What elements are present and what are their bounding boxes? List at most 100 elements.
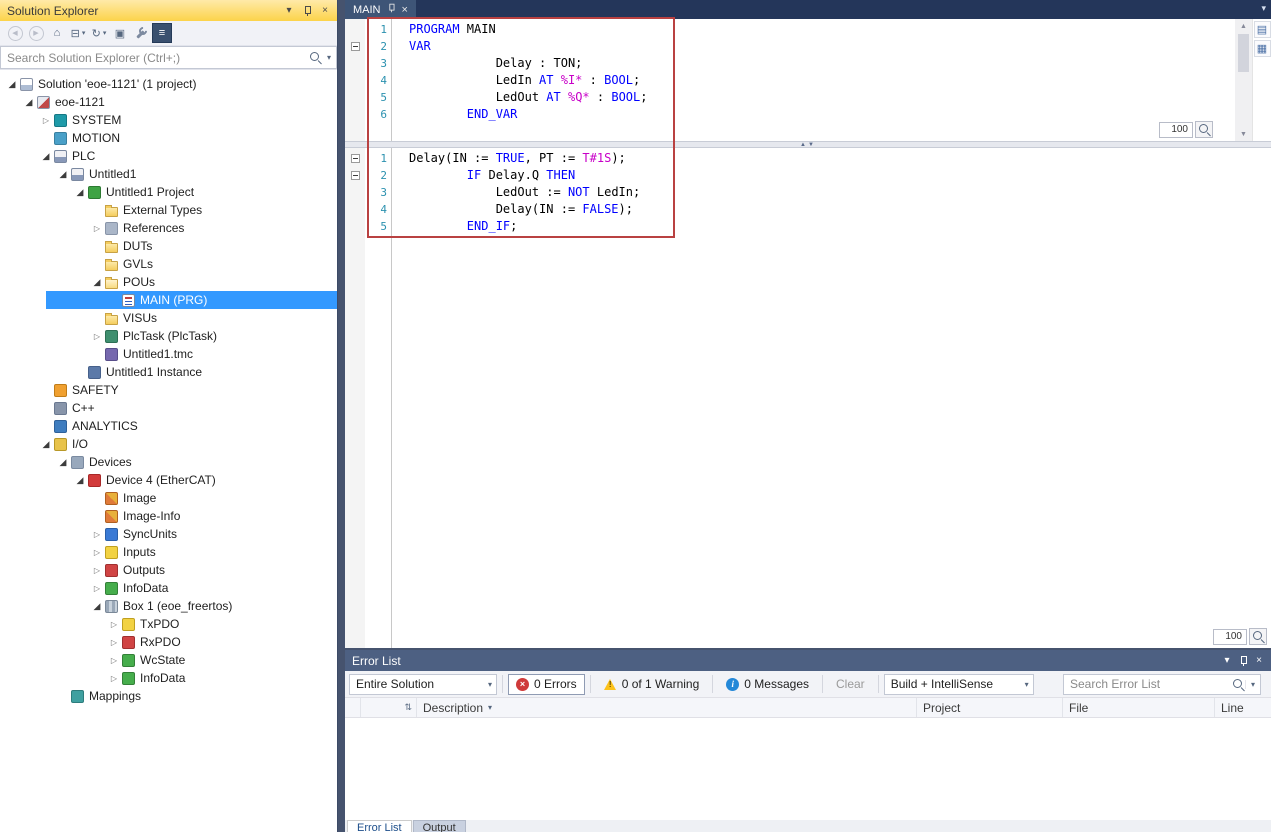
home-icon[interactable]: ⌂ bbox=[47, 23, 67, 43]
messages-filter-button[interactable]: i 0 Messages bbox=[718, 674, 817, 695]
search-dropdown-icon[interactable]: ▾ bbox=[322, 53, 336, 62]
code-text[interactable]: LedIn AT %I* : BOOL; bbox=[391, 72, 640, 89]
tab-output[interactable]: Output bbox=[413, 820, 466, 832]
errors-filter-button[interactable]: × 0 Errors bbox=[508, 674, 585, 695]
tab-main[interactable]: MAIN × bbox=[345, 0, 416, 19]
expanded-arrow-icon[interactable]: ◢ bbox=[55, 169, 71, 180]
tree-item-untitled1[interactable]: ◢Untitled1 bbox=[0, 165, 337, 183]
scroll-thumb[interactable] bbox=[1238, 34, 1249, 72]
tree-item-plc[interactable]: ◢PLC bbox=[0, 147, 337, 165]
zoom-level[interactable]: 100 bbox=[1213, 629, 1247, 645]
fold-toggle-icon[interactable] bbox=[345, 42, 365, 51]
tree-item-visus[interactable]: VISUs bbox=[0, 309, 337, 327]
zoom-level[interactable]: 100 bbox=[1159, 122, 1193, 138]
tab-pin-icon[interactable] bbox=[387, 2, 396, 17]
zoom-icon[interactable] bbox=[1249, 628, 1267, 645]
tree-item-syncunits[interactable]: ▷SyncUnits bbox=[0, 525, 337, 543]
warnings-filter-button[interactable]: ! 0 of 1 Warning bbox=[596, 674, 708, 695]
column-line[interactable]: Line bbox=[1215, 698, 1271, 717]
collapse-all-icon[interactable]: ⊟▾ bbox=[68, 23, 88, 43]
expanded-arrow-icon[interactable]: ◢ bbox=[89, 601, 105, 612]
tab-error-list[interactable]: Error List bbox=[347, 820, 412, 832]
tree-item-plctask-plctask[interactable]: ▷PlcTask (PlcTask) bbox=[0, 327, 337, 345]
expanded-arrow-icon[interactable]: ◢ bbox=[72, 187, 88, 198]
column-description[interactable]: Description ▾ bbox=[417, 698, 917, 717]
collapsed-arrow-icon[interactable]: ▷ bbox=[106, 656, 122, 665]
tree-item-references[interactable]: ▷References bbox=[0, 219, 337, 237]
tree-item-outputs[interactable]: ▷Outputs bbox=[0, 561, 337, 579]
tree-item-mappings[interactable]: Mappings bbox=[0, 687, 337, 705]
code-text[interactable]: Delay(IN := FALSE); bbox=[391, 201, 633, 218]
code-text[interactable]: PROGRAM MAIN bbox=[391, 21, 496, 38]
zoom-icon[interactable] bbox=[1195, 121, 1213, 138]
code-text[interactable]: LedOut AT %Q* : BOOL; bbox=[391, 89, 647, 106]
tree-item-pous[interactable]: ◢POUs bbox=[0, 273, 337, 291]
code-text[interactable]: Delay(IN := TRUE, PT := T#1S); bbox=[391, 150, 626, 167]
tree-item-main-prg[interactable]: MAIN (PRG) bbox=[0, 291, 337, 309]
tree-item-infodata[interactable]: ▷InfoData bbox=[0, 669, 337, 687]
tree-item-image[interactable]: Image bbox=[0, 489, 337, 507]
tree-item-box-1-eoe-freertos[interactable]: ◢Box 1 (eoe_freertos) bbox=[0, 597, 337, 615]
tree-item-device-4-ethercat[interactable]: ◢Device 4 (EtherCAT) bbox=[0, 471, 337, 489]
search-dropdown-icon[interactable]: ▾ bbox=[1245, 680, 1260, 689]
close-icon[interactable]: × bbox=[317, 3, 333, 19]
column-project[interactable]: Project bbox=[917, 698, 1063, 717]
tree-item-gvls[interactable]: GVLs bbox=[0, 255, 337, 273]
search-icon[interactable] bbox=[1232, 678, 1245, 691]
code-text[interactable]: IF Delay.Q THEN bbox=[391, 167, 575, 184]
pane-splitter[interactable]: ▲▼ bbox=[345, 141, 1271, 148]
tree-item-txpdo[interactable]: ▷TxPDO bbox=[0, 615, 337, 633]
category-filter-dropdown[interactable]: Build + IntelliSense ▾ bbox=[884, 674, 1034, 695]
fold-toggle-icon[interactable] bbox=[345, 171, 365, 180]
collapsed-arrow-icon[interactable]: ▷ bbox=[89, 566, 105, 575]
tree-item-image-info[interactable]: Image-Info bbox=[0, 507, 337, 525]
properties-icon[interactable] bbox=[131, 23, 151, 43]
code-text[interactable]: VAR bbox=[391, 38, 431, 55]
expanded-arrow-icon[interactable]: ◢ bbox=[89, 277, 105, 288]
tree-item-inputs[interactable]: ▷Inputs bbox=[0, 543, 337, 561]
collapsed-arrow-icon[interactable]: ▷ bbox=[89, 530, 105, 539]
expanded-arrow-icon[interactable]: ◢ bbox=[4, 79, 20, 90]
expanded-arrow-icon[interactable]: ◢ bbox=[72, 475, 88, 486]
tab-list-dropdown-icon[interactable]: ▾ bbox=[1261, 3, 1266, 14]
clear-button[interactable]: Clear bbox=[828, 674, 873, 695]
tree-item-untitled1-tmc[interactable]: Untitled1.tmc bbox=[0, 345, 337, 363]
expanded-arrow-icon[interactable]: ◢ bbox=[38, 151, 54, 162]
tree-item-system[interactable]: ▷SYSTEM bbox=[0, 111, 337, 129]
close-icon[interactable]: × bbox=[1251, 653, 1267, 669]
error-search-input[interactable] bbox=[1064, 677, 1232, 691]
editor-scrollbar[interactable]: ▲ ▼ bbox=[1235, 19, 1252, 141]
forward-icon[interactable]: ▶ bbox=[26, 23, 46, 43]
back-icon[interactable]: ◀ bbox=[5, 23, 25, 43]
fold-toggle-icon[interactable] bbox=[345, 154, 365, 163]
expanded-arrow-icon[interactable]: ◢ bbox=[38, 439, 54, 450]
sync-with-active-document-icon[interactable]: ↻▾ bbox=[89, 23, 109, 43]
tree-item-external-types[interactable]: External Types bbox=[0, 201, 337, 219]
tree-item-solution-eoe-1121-1-project[interactable]: ◢Solution 'eoe-1121' (1 project) bbox=[0, 75, 337, 93]
collapsed-arrow-icon[interactable]: ▷ bbox=[38, 116, 54, 125]
tree-item-wcstate[interactable]: ▷WcState bbox=[0, 651, 337, 669]
tree-item-rxpdo[interactable]: ▷RxPDO bbox=[0, 633, 337, 651]
preview-selected-items-icon[interactable]: ≡ bbox=[152, 23, 172, 43]
tree-item-eoe-1121[interactable]: ◢eoe-1121 bbox=[0, 93, 337, 111]
collapsed-arrow-icon[interactable]: ▷ bbox=[106, 638, 122, 647]
collapsed-arrow-icon[interactable]: ▷ bbox=[106, 620, 122, 629]
collapsed-arrow-icon[interactable]: ▷ bbox=[89, 224, 105, 233]
tree-item-infodata[interactable]: ▷InfoData bbox=[0, 579, 337, 597]
tree-item-devices[interactable]: ◢Devices bbox=[0, 453, 337, 471]
tab-close-icon[interactable]: × bbox=[402, 4, 408, 16]
declaration-view-icon[interactable]: ▤ bbox=[1254, 21, 1271, 38]
search-icon[interactable] bbox=[309, 51, 322, 64]
tree-item-c[interactable]: C++ bbox=[0, 399, 337, 417]
tree-item-i-o[interactable]: ◢I/O bbox=[0, 435, 337, 453]
tree-item-duts[interactable]: DUTs bbox=[0, 237, 337, 255]
tree-item-motion[interactable]: MOTION bbox=[0, 129, 337, 147]
tabular-view-icon[interactable]: ▦ bbox=[1254, 40, 1271, 57]
tree-item-untitled1-instance[interactable]: Untitled1 Instance bbox=[0, 363, 337, 381]
scope-filter-dropdown[interactable]: Entire Solution ▾ bbox=[349, 674, 497, 695]
scroll-up-icon[interactable]: ▲ bbox=[1240, 19, 1247, 33]
collapsed-arrow-icon[interactable]: ▷ bbox=[89, 548, 105, 557]
search-input[interactable] bbox=[1, 51, 309, 65]
window-position-icon[interactable]: ▾ bbox=[1219, 653, 1235, 669]
collapsed-arrow-icon[interactable]: ▷ bbox=[106, 674, 122, 683]
